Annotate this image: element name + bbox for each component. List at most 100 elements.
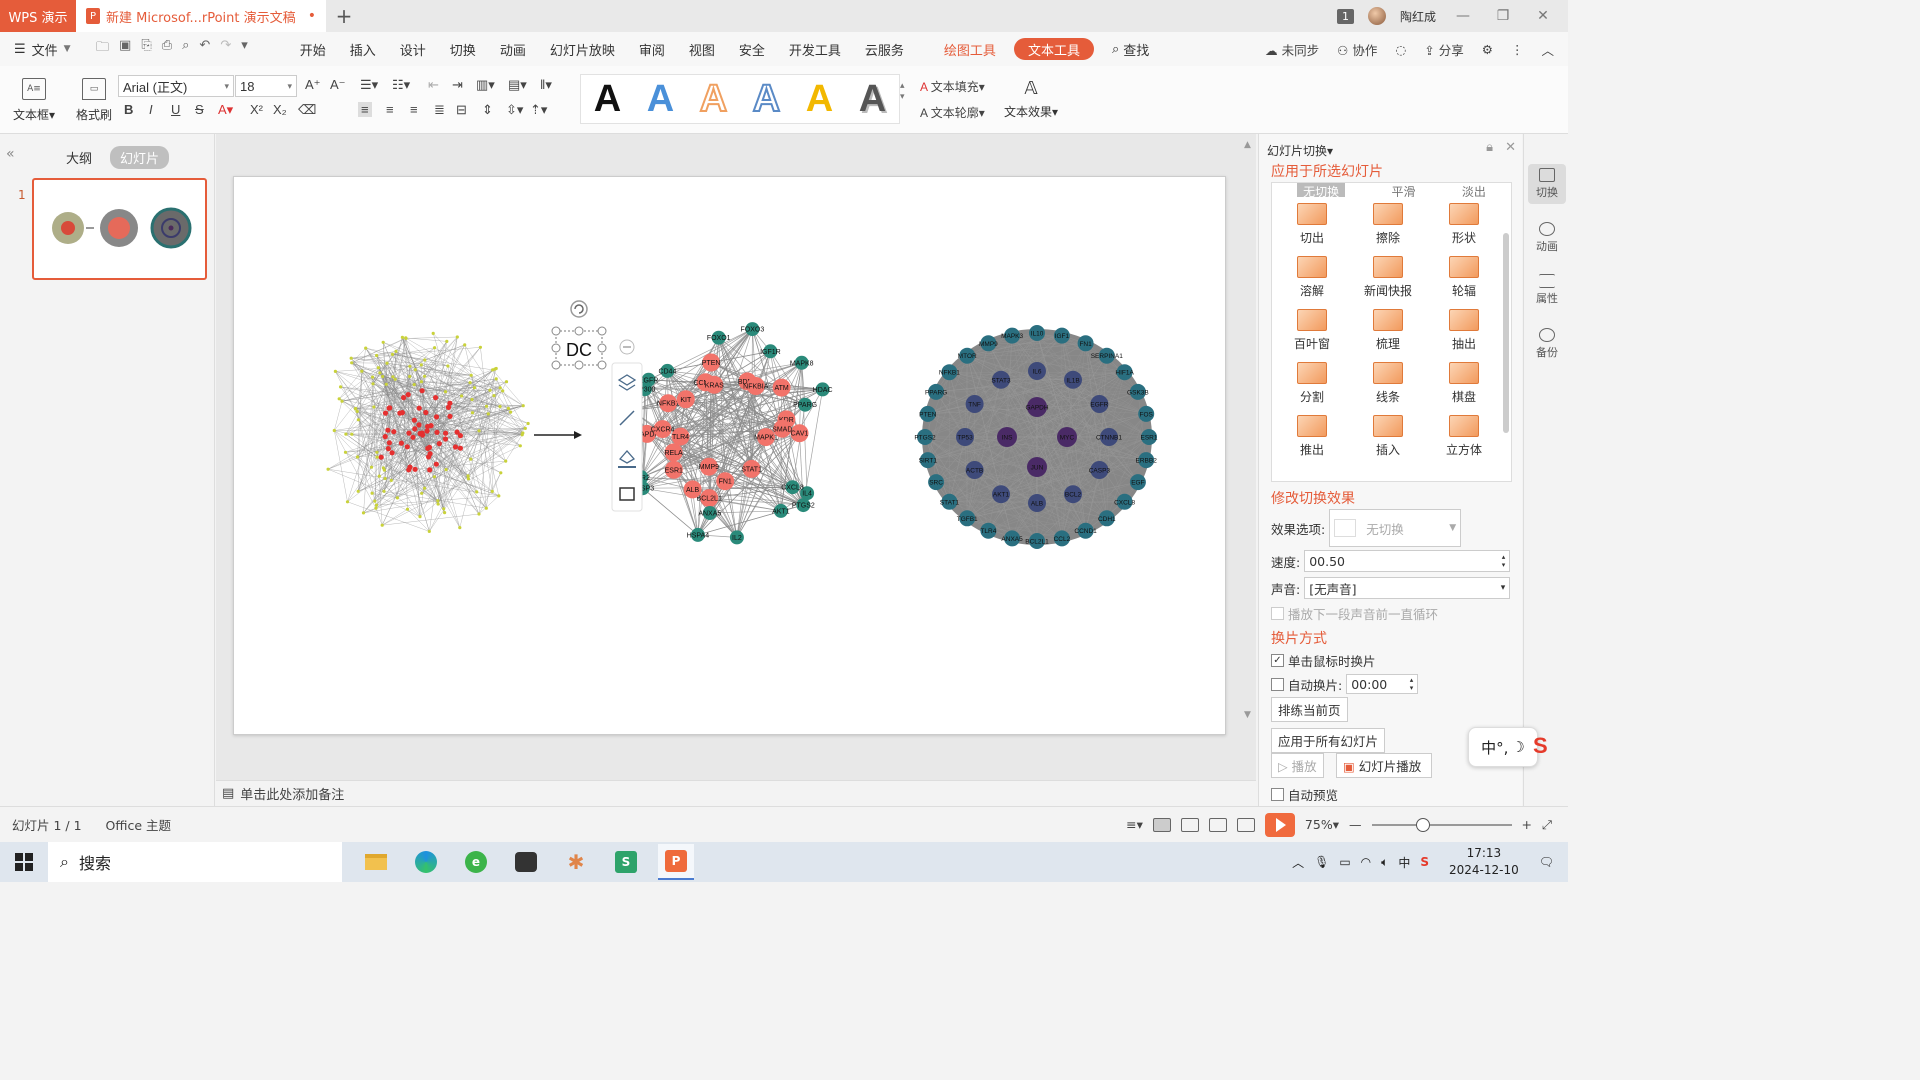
zoom-slider[interactable] bbox=[1371, 817, 1512, 832]
effect-item[interactable]: 轮辐 bbox=[1426, 256, 1502, 299]
align-left-icon[interactable]: ≡ bbox=[358, 102, 372, 117]
text-direction-icon[interactable]: ▤▾ bbox=[508, 77, 527, 93]
network-graph-2[interactable]: CAV1 MAPK1 IL4 PTGS2 CXCL8 AKT1 STAT1 IL2 FN1 BCL… bbox=[624, 322, 833, 545]
battery-icon[interactable]: ▭ bbox=[1339, 855, 1350, 869]
increase-indent-icon[interactable]: ⇥ bbox=[452, 77, 463, 93]
user-avatar[interactable] bbox=[1367, 7, 1386, 25]
distribute-icon[interactable]: ⊟ bbox=[456, 102, 467, 118]
italic-icon[interactable]: I bbox=[149, 102, 153, 117]
effect-item[interactable]: 立方体 bbox=[1426, 415, 1502, 458]
strikethrough-icon[interactable]: S bbox=[195, 102, 204, 117]
auto-preview-checkbox[interactable] bbox=[1271, 788, 1284, 801]
slide-canvas[interactable]: CAV1 MAPK1 IL4 PTGS2 CXCL8 AKT1 STAT1 IL2 FN1 BCL… bbox=[233, 176, 1226, 735]
paragraph-spacing-icon[interactable]: ⇕ bbox=[482, 102, 493, 118]
effect-item[interactable]: 线条 bbox=[1350, 362, 1426, 405]
align-right-icon[interactable]: ≡ bbox=[410, 102, 418, 117]
close-pane-icon[interactable]: ✕ bbox=[1505, 140, 1516, 155]
sync-status[interactable]: ☁ 未同步 bbox=[1265, 40, 1319, 59]
text-outline-button[interactable]: A 文本轮廓▾ bbox=[920, 104, 985, 121]
scroll-down-icon[interactable]: ▼ bbox=[1244, 710, 1256, 720]
effect-fade[interactable]: 淡出 bbox=[1462, 183, 1486, 197]
volume-icon[interactable]: 🔈︎ bbox=[1381, 855, 1388, 870]
input-method-icon[interactable]: 中 bbox=[1398, 854, 1410, 871]
collaborate-button[interactable]: ⚇ 协作 bbox=[1337, 40, 1377, 59]
ime-toolbar[interactable]: 中°, ☽ bbox=[1468, 727, 1538, 767]
numbered-list-icon[interactable]: ☷▾ bbox=[392, 77, 410, 93]
slide-thumbnail[interactable] bbox=[32, 178, 207, 280]
customize-icon[interactable]: ▾ bbox=[241, 38, 248, 60]
tab-animation[interactable]: 动画 bbox=[488, 32, 538, 66]
rehearse-button[interactable]: 排练当前页 bbox=[1271, 697, 1348, 722]
start-slideshow-button[interactable] bbox=[1264, 812, 1295, 837]
share-button[interactable]: ⇪ 分享 bbox=[1424, 40, 1463, 59]
presenter-view-icon[interactable] bbox=[1236, 817, 1255, 832]
wordart-style-2[interactable]: A bbox=[647, 80, 674, 118]
wps-presentation-icon[interactable]: P bbox=[658, 844, 694, 880]
sogou-tray-icon[interactable]: S bbox=[1420, 855, 1429, 869]
line-spacing-icon[interactable]: ‖▾ bbox=[540, 77, 552, 93]
tab-insert[interactable]: 插入 bbox=[338, 32, 388, 66]
underline-icon[interactable]: U bbox=[171, 102, 180, 117]
gallery-scroll-icon[interactable]: ▴ ▾ bbox=[900, 80, 905, 102]
superscript-icon[interactable]: X² bbox=[250, 102, 263, 117]
font-name-select[interactable]: Arial (正文) ▾ bbox=[118, 75, 234, 97]
side-animation[interactable]: 动画 bbox=[1528, 222, 1566, 254]
effect-item[interactable]: 切出 bbox=[1274, 203, 1350, 246]
normal-view-icon[interactable] bbox=[1152, 817, 1171, 832]
comment-icon[interactable]: ◌ bbox=[1395, 42, 1406, 57]
effect-item[interactable]: 梳理 bbox=[1350, 309, 1426, 352]
sound-select[interactable]: [无声音] ▾ bbox=[1304, 577, 1511, 599]
effect-item[interactable]: 溶解 bbox=[1274, 256, 1350, 299]
tray-expand-icon[interactable]: ︿ bbox=[1292, 854, 1304, 871]
tab-home[interactable]: 开始 bbox=[288, 32, 338, 66]
print-preview-icon[interactable]: ⌕ bbox=[182, 38, 189, 60]
tab-developer[interactable]: 开发工具 bbox=[777, 32, 853, 66]
zoom-slider-knob[interactable] bbox=[1415, 817, 1430, 832]
collapse-ribbon-icon[interactable]: ︿ bbox=[1541, 40, 1554, 59]
fit-window-icon[interactable]: ⤢ bbox=[1542, 817, 1552, 833]
effect-item[interactable]: 百叶窗 bbox=[1274, 309, 1350, 352]
tools-app-icon[interactable]: ✱ bbox=[558, 844, 594, 880]
effect-item[interactable]: 新闻快报 bbox=[1350, 256, 1426, 299]
tab-slideshow[interactable]: 幻灯片放映 bbox=[538, 32, 627, 66]
reading-view-icon[interactable] bbox=[1208, 817, 1227, 832]
on-click-checkbox[interactable]: ✓ bbox=[1271, 654, 1284, 667]
more-icon[interactable]: ⋮ bbox=[1511, 42, 1524, 57]
new-tab-button[interactable]: + bbox=[326, 4, 362, 28]
text-spacing-icon[interactable]: ⇡▾ bbox=[530, 102, 547, 118]
settings-gear-icon[interactable]: ⚙ bbox=[1482, 42, 1493, 57]
save-icon[interactable]: ▣ bbox=[119, 38, 131, 60]
search-command[interactable]: ⌕ 查找 bbox=[1100, 32, 1161, 66]
zoom-out-icon[interactable]: — bbox=[1349, 817, 1362, 832]
bold-icon[interactable]: B bbox=[124, 102, 133, 117]
notification-icon[interactable]: 🗨︎ bbox=[1539, 855, 1554, 869]
collapse-pane-icon[interactable]: « bbox=[6, 146, 15, 162]
file-menu[interactable]: ☰ 文件 ▼ bbox=[0, 40, 90, 59]
decrease-indent-icon[interactable]: ⇤ bbox=[428, 77, 439, 93]
effect-none[interactable]: 无切换 bbox=[1297, 183, 1346, 197]
system-clock[interactable]: 17:13 2024-12-10 bbox=[1439, 845, 1529, 879]
effect-item[interactable]: 推出 bbox=[1274, 415, 1350, 458]
speed-spinner-icon[interactable]: ▴ ▾ bbox=[1502, 553, 1506, 569]
rotate-handle-icon[interactable] bbox=[570, 300, 588, 318]
minimize-icon[interactable]: — bbox=[1450, 8, 1476, 24]
network-graph-1[interactable] bbox=[326, 331, 530, 533]
text-fill-button[interactable]: A 文本填充▾ bbox=[920, 78, 985, 95]
media-app-icon[interactable] bbox=[508, 844, 544, 880]
sogou-logo-icon[interactable]: S bbox=[1533, 733, 1561, 763]
windows-start-icon[interactable] bbox=[0, 853, 48, 871]
effects-scrollbar[interactable] bbox=[1503, 233, 1509, 433]
effect-item[interactable]: 形状 bbox=[1426, 203, 1502, 246]
font-size-select[interactable]: 18 ▾ bbox=[235, 75, 297, 97]
window-count-badge[interactable]: 1 bbox=[1336, 8, 1354, 24]
time-spinner-icon[interactable]: ▴ ▾ bbox=[1410, 676, 1414, 692]
tab-cloud[interactable]: 云服务 bbox=[853, 32, 916, 66]
slide-sorter-icon[interactable] bbox=[1180, 817, 1199, 832]
theme-name[interactable]: Office 主题 bbox=[106, 815, 171, 834]
redo-icon[interactable]: ↷ bbox=[220, 38, 231, 60]
effect-item[interactable]: 擦除 bbox=[1350, 203, 1426, 246]
loop-sound-checkbox[interactable] bbox=[1271, 607, 1284, 620]
tab-view[interactable]: 视图 bbox=[677, 32, 727, 66]
close-icon[interactable]: ✕ bbox=[1530, 8, 1556, 24]
decrease-font-icon[interactable]: A⁻ bbox=[330, 77, 346, 93]
